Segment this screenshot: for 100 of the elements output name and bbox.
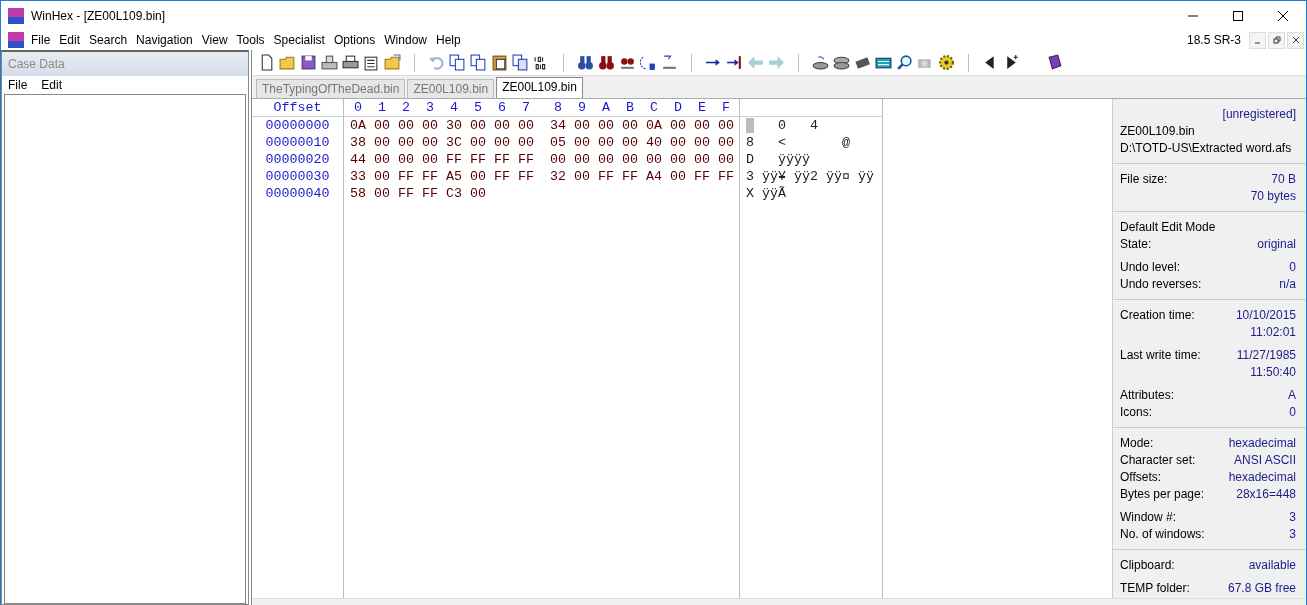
binoculars-icon[interactable] xyxy=(577,54,594,71)
byte-cell[interactable]: 00 xyxy=(374,168,398,185)
byte-cell[interactable]: 00 xyxy=(422,151,446,168)
byte-cell[interactable]: FF xyxy=(398,185,422,202)
drive-icon[interactable] xyxy=(321,54,338,71)
menu-item[interactable]: Navigation xyxy=(136,33,193,47)
byte-cell[interactable]: FF xyxy=(694,168,718,185)
byte-cell[interactable]: 00 xyxy=(574,168,598,185)
byte-cell[interactable]: FF xyxy=(518,151,542,168)
file-tab[interactable]: ZE00L109.bin xyxy=(496,77,583,98)
maximize-icon[interactable] xyxy=(1233,10,1243,21)
byte-cell[interactable]: 00 xyxy=(598,151,622,168)
byte-cell[interactable]: 00 xyxy=(374,117,398,134)
byte-cell[interactable]: 00 xyxy=(574,117,598,134)
restore-button[interactable] xyxy=(1268,31,1285,49)
byte-cell[interactable]: 00 xyxy=(398,117,422,134)
byte-cell[interactable]: 3C xyxy=(446,134,470,151)
byte-cell[interactable]: 0A xyxy=(646,117,670,134)
byte-cell[interactable]: 00 xyxy=(518,117,542,134)
menu-item[interactable]: Search xyxy=(89,33,128,47)
byte-cell[interactable]: 40 xyxy=(646,134,670,151)
byte-cell[interactable]: 00 xyxy=(694,151,718,168)
byte-cell[interactable]: 38 xyxy=(350,134,374,151)
menu-item[interactable]: Window xyxy=(384,33,427,47)
byte-cell[interactable]: FF xyxy=(494,168,518,185)
byte-cell[interactable]: FF xyxy=(598,168,622,185)
byte-cell[interactable]: FF xyxy=(446,151,470,168)
byte-cell[interactable]: 00 xyxy=(670,151,694,168)
disk-icon[interactable] xyxy=(812,54,829,71)
byte-cell[interactable]: FF xyxy=(470,151,494,168)
magnifier-icon[interactable] xyxy=(896,54,913,71)
byte-cell[interactable]: 00 xyxy=(622,117,646,134)
byte-cell[interactable]: FF xyxy=(398,168,422,185)
byte-cell[interactable]: 00 xyxy=(574,151,598,168)
byte-cell[interactable]: 00 xyxy=(646,151,670,168)
byte-cell[interactable]: 00 xyxy=(622,151,646,168)
disks-icon[interactable] xyxy=(833,54,850,71)
menu-item[interactable]: Specialist xyxy=(273,33,325,47)
copy-icon[interactable] xyxy=(470,54,487,71)
book-icon[interactable] xyxy=(1046,54,1063,71)
byte-cell[interactable]: 00 xyxy=(470,168,494,185)
menu-item[interactable]: Edit xyxy=(41,78,63,92)
close-icon[interactable] xyxy=(1278,10,1288,21)
byte-cell[interactable]: 00 xyxy=(718,134,742,151)
file-tab[interactable]: ZE00L109.bin xyxy=(407,79,495,98)
byte-cell[interactable]: 33 xyxy=(350,168,374,185)
close-button[interactable] xyxy=(1287,31,1304,49)
menu-item[interactable]: File xyxy=(8,78,28,92)
compare-icon[interactable] xyxy=(512,54,529,71)
byte-cell[interactable]: 00 xyxy=(422,117,446,134)
byte-cell[interactable]: FF xyxy=(518,168,542,185)
byte-cell[interactable]: 00 xyxy=(598,134,622,151)
byte-cell[interactable]: 30 xyxy=(446,117,470,134)
menu-item[interactable]: View xyxy=(201,33,228,47)
byte-cell[interactable]: 00 xyxy=(518,134,542,151)
byte-cell[interactable]: 00 xyxy=(598,117,622,134)
menu-item[interactable]: File xyxy=(31,33,51,47)
byte-cell[interactable]: 00 xyxy=(398,134,422,151)
byte-cell[interactable]: 00 xyxy=(374,134,398,151)
copy-icon[interactable] xyxy=(449,54,466,71)
byte-cell[interactable]: 32 xyxy=(550,168,574,185)
byte-cell[interactable]: 00 xyxy=(670,117,694,134)
byte-cell[interactable]: A5 xyxy=(446,168,470,185)
byte-cell[interactable]: 58 xyxy=(350,185,374,202)
byte-cell[interactable]: 00 xyxy=(622,134,646,151)
byte-cell[interactable]: 00 xyxy=(694,134,718,151)
clipboard-icon[interactable] xyxy=(491,54,508,71)
byte-cell[interactable]: FF xyxy=(622,168,646,185)
byte-cell[interactable]: 05 xyxy=(550,134,574,151)
byte-cell[interactable]: 00 xyxy=(718,151,742,168)
byte-cell[interactable]: FF xyxy=(422,168,446,185)
minimize-button[interactable] xyxy=(1249,31,1266,49)
byte-cell[interactable]: 00 xyxy=(670,134,694,151)
menu-item[interactable]: Edit xyxy=(59,33,81,47)
byte-cell[interactable]: 00 xyxy=(494,134,518,151)
goto-icon[interactable] xyxy=(726,54,743,71)
gear-icon[interactable] xyxy=(938,54,955,71)
byte-cell[interactable]: A4 xyxy=(646,168,670,185)
menu-item[interactable]: Help xyxy=(436,33,461,47)
byte-cell[interactable]: 00 xyxy=(718,117,742,134)
byte-cell[interactable]: 00 xyxy=(550,151,574,168)
byte-cell[interactable]: C3 xyxy=(446,185,470,202)
byte-cell[interactable]: 00 xyxy=(670,168,694,185)
horizontal-scrollbar[interactable] xyxy=(252,598,1306,605)
byte-cell[interactable]: 0A xyxy=(350,117,374,134)
menu-item[interactable]: Tools xyxy=(236,33,265,47)
file-tab[interactable]: TheTypingOfTheDead.bin xyxy=(256,79,406,98)
byte-cell[interactable]: 00 xyxy=(694,117,718,134)
properties-icon[interactable] xyxy=(363,54,380,71)
printer-icon[interactable] xyxy=(342,54,359,71)
byte-cell[interactable]: 00 xyxy=(398,151,422,168)
byte-cell[interactable]: 44 xyxy=(350,151,374,168)
byte-cell[interactable]: FF xyxy=(422,185,446,202)
save-icon[interactable] xyxy=(300,54,317,71)
byte-cell[interactable]: FF xyxy=(494,151,518,168)
byte-cell[interactable]: FF xyxy=(718,168,742,185)
byte-cell[interactable]: 00 xyxy=(470,117,494,134)
byte-cell[interactable]: 00 xyxy=(470,185,494,202)
byte-cell[interactable]: 00 xyxy=(574,134,598,151)
binoculars-icon[interactable] xyxy=(598,54,615,71)
